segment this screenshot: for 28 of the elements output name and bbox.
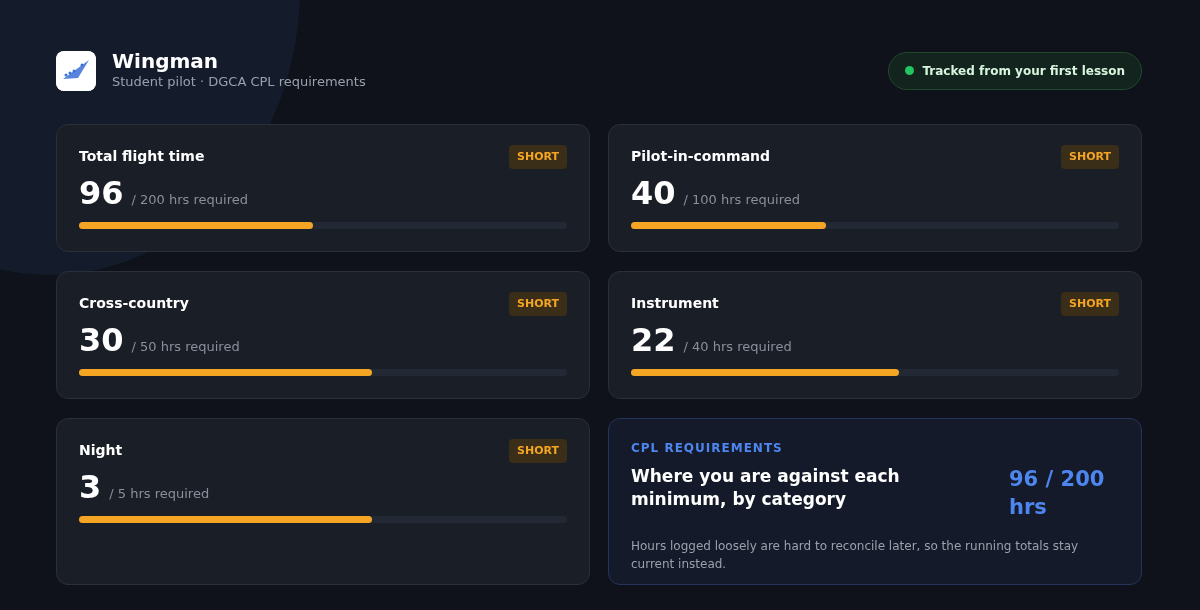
- required-hours: / 5 hrs required: [109, 485, 210, 503]
- required-hours: / 100 hrs required: [683, 191, 800, 209]
- required-hours: / 200 hrs required: [131, 191, 248, 209]
- app-logo-icon: [56, 50, 96, 91]
- metric-title: Pilot-in-command: [631, 147, 771, 167]
- status-badge: SHORT: [509, 291, 567, 316]
- app-subtitle: Student pilot · DGCA CPL requirements: [112, 73, 366, 91]
- status-badge: SHORT: [509, 144, 567, 169]
- metric-title: Night: [79, 441, 123, 461]
- metric-value: 3: [79, 471, 102, 503]
- metric-title: Cross-country: [79, 294, 189, 314]
- summary-note: Hours logged loosely are hard to reconcile later, so the running totals stay current instead.: [631, 538, 1080, 574]
- metric-value: 40: [631, 177, 676, 209]
- status-badge: SHORT: [1061, 291, 1119, 316]
- metric-value: 96: [79, 177, 124, 209]
- required-hours: / 40 hrs required: [683, 338, 792, 356]
- summary-total: 96 / 200 hrs: [1009, 465, 1106, 521]
- status-badge: SHORT: [509, 438, 567, 463]
- app-name: Wingman: [112, 50, 220, 72]
- status-badge: SHORT: [1061, 144, 1119, 169]
- summary-eyebrow: CPL REQUIREMENTS: [631, 439, 784, 457]
- summary-heading: Where you are against each minimum, by category: [631, 464, 901, 512]
- metric-title: Instrument: [631, 294, 719, 314]
- status-label: Tracked from your first lesson: [922, 62, 1125, 80]
- metric-title: Total flight time: [79, 147, 205, 167]
- metric-value: 22: [631, 324, 676, 356]
- metric-value: 30: [79, 324, 124, 356]
- required-hours: / 50 hrs required: [131, 338, 240, 356]
